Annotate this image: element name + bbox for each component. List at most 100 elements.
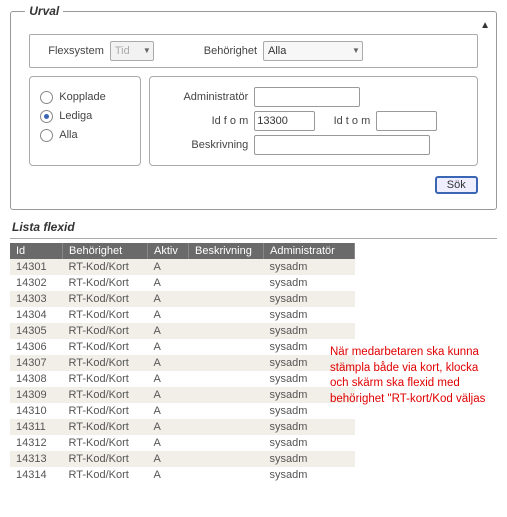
cell-beskrivning [189,387,264,403]
radio-label: Alla [59,129,77,141]
cell-id: 14313 [10,451,63,467]
cell-behorighet: RT-Kod/Kort [63,259,148,275]
cell-administrator: sysadm [264,323,355,339]
radio-option-alla[interactable]: Alla [40,129,130,142]
table-row[interactable]: 14305RT-Kod/KortAsysadm [10,323,355,339]
cell-behorighet: RT-Kod/Kort [63,323,148,339]
table-row[interactable]: 14310RT-Kod/KortAsysadm [10,403,355,419]
beskrivning-label: Beskrivning [158,139,248,151]
col-administrator[interactable]: Administratör [264,243,355,259]
cell-beskrivning [189,291,264,307]
filter-fields: Administratör Id f o m Id t o m Beskrivn… [149,76,478,166]
id-from-label: Id f o m [158,115,248,127]
cell-beskrivning [189,451,264,467]
cell-id: 14303 [10,291,63,307]
cell-beskrivning [189,339,264,355]
flexsystem-combo: Tid ▼ [110,41,154,61]
cell-id: 14311 [10,419,63,435]
cell-aktiv: A [148,371,189,387]
cell-administrator: sysadm [264,259,355,275]
cell-behorighet: RT-Kod/Kort [63,403,148,419]
table-row[interactable]: 14302RT-Kod/KortAsysadm [10,275,355,291]
cell-behorighet: RT-Kod/Kort [63,435,148,451]
table-header-row: Id Behörighet Aktiv Beskrivning Administ… [10,243,355,259]
col-beskrivning[interactable]: Beskrivning [189,243,264,259]
cell-aktiv: A [148,339,189,355]
table-row[interactable]: 14311RT-Kod/KortAsysadm [10,419,355,435]
behorighet-value: Alla [268,45,348,57]
cell-beskrivning [189,435,264,451]
cell-aktiv: A [148,435,189,451]
cell-behorighet: RT-Kod/Kort [63,275,148,291]
table-row[interactable]: 14314RT-Kod/KortAsysadm [10,467,355,483]
cell-aktiv: A [148,467,189,483]
urval-panel: Urval ▲ Flexsystem Tid ▼ Behörighet Alla… [10,4,497,210]
cell-aktiv: A [148,451,189,467]
table-row[interactable]: 14303RT-Kod/KortAsysadm [10,291,355,307]
cell-id: 14302 [10,275,63,291]
cell-id: 14301 [10,259,63,275]
table-row[interactable]: 14309RT-Kod/KortAsysadm [10,387,355,403]
beskrivning-input[interactable] [254,135,430,155]
cell-beskrivning [189,323,264,339]
chevron-down-icon: ▼ [352,46,360,55]
cell-administrator: sysadm [264,307,355,323]
id-from-input[interactable] [254,111,315,131]
cell-aktiv: A [148,307,189,323]
cell-id: 14308 [10,371,63,387]
table-row[interactable]: 14312RT-Kod/KortAsysadm [10,435,355,451]
table-row[interactable]: 14313RT-Kod/KortAsysadm [10,451,355,467]
administrator-input[interactable] [254,87,360,107]
cell-aktiv: A [148,291,189,307]
table-row[interactable]: 14306RT-Kod/KortAsysadm [10,339,355,355]
radio-option-lediga[interactable]: Lediga [40,110,130,123]
behorighet-label: Behörighet [204,45,257,57]
table-row[interactable]: 14304RT-Kod/KortAsysadm [10,307,355,323]
cell-administrator: sysadm [264,291,355,307]
col-aktiv[interactable]: Aktiv [148,243,189,259]
cell-beskrivning [189,371,264,387]
radio-label: Lediga [59,110,92,122]
cell-beskrivning [189,467,264,483]
cell-aktiv: A [148,355,189,371]
cell-aktiv: A [148,387,189,403]
behorighet-combo[interactable]: Alla ▼ [263,41,363,61]
collapse-icon[interactable]: ▲ [480,20,490,31]
list-title: Lista flexid [12,220,507,234]
divider [10,238,497,239]
cell-administrator: sysadm [264,467,355,483]
id-to-input[interactable] [376,111,437,131]
radio-label: Kopplade [59,91,106,103]
col-id[interactable]: Id [10,243,63,259]
cell-administrator: sysadm [264,419,355,435]
cell-id: 14305 [10,323,63,339]
radio-option-kopplade[interactable]: Kopplade [40,91,130,104]
flexsystem-label: Flexsystem [48,45,104,57]
cell-beskrivning [189,275,264,291]
cell-behorighet: RT-Kod/Kort [63,467,148,483]
cell-administrator: sysadm [264,451,355,467]
cell-behorighet: RT-Kod/Kort [63,339,148,355]
flexsystem-value: Tid [115,45,139,57]
flexid-table: Id Behörighet Aktiv Beskrivning Administ… [10,243,355,483]
cell-beskrivning [189,403,264,419]
flex-behorighet-row: Flexsystem Tid ▼ Behörighet Alla ▼ [29,34,478,68]
cell-id: 14314 [10,467,63,483]
search-button[interactable]: Sök [435,176,478,194]
annotation-text: När medarbetaren ska kunna stämpla både … [330,345,495,407]
cell-beskrivning [189,307,264,323]
cell-administrator: sysadm [264,275,355,291]
radio-icon [40,129,53,142]
col-behorighet[interactable]: Behörighet [63,243,148,259]
table-row[interactable]: 14301RT-Kod/KortAsysadm [10,259,355,275]
table-row[interactable]: 14307RT-Kod/KortAsysadm [10,355,355,371]
cell-administrator: sysadm [264,435,355,451]
cell-aktiv: A [148,323,189,339]
cell-behorighet: RT-Kod/Kort [63,371,148,387]
cell-aktiv: A [148,419,189,435]
cell-id: 14304 [10,307,63,323]
cell-id: 14312 [10,435,63,451]
status-radio-group: Kopplade Lediga Alla [29,76,141,166]
cell-behorighet: RT-Kod/Kort [63,419,148,435]
table-row[interactable]: 14308RT-Kod/KortAsysadm [10,371,355,387]
